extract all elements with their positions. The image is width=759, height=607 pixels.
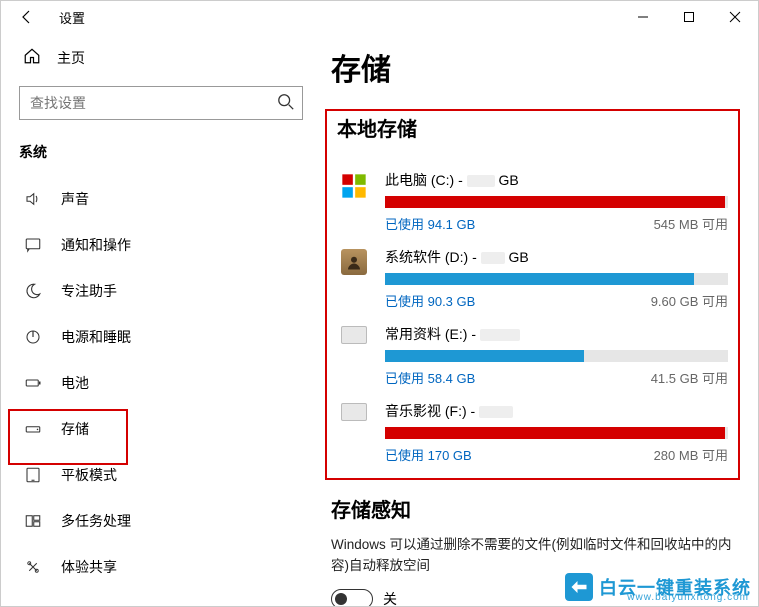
- multitask-icon: [23, 512, 43, 530]
- nav-item-multitasking[interactable]: 多任务处理: [19, 498, 303, 544]
- power-icon: [23, 328, 43, 346]
- toggle-state-label: 关: [383, 589, 397, 606]
- used-label: 已使用 170 GB: [385, 445, 472, 464]
- storage-sense-toggle[interactable]: [331, 589, 373, 606]
- minimize-button[interactable]: [620, 1, 666, 33]
- nav-label: 电池: [61, 373, 89, 393]
- sidebar: 主页 系统 声音 通知和操作 专注: [1, 33, 321, 606]
- content-area: 存储 本地存储 此电脑 (C:) - GB 已使用 94.1 GB: [321, 33, 758, 606]
- hdd-icon: [337, 401, 371, 464]
- used-label: 已使用 90.3 GB: [385, 291, 475, 310]
- drive-name: 音乐影视 (F:) -: [385, 401, 728, 421]
- search-icon: [277, 93, 295, 116]
- nav-label: 多任务处理: [61, 511, 131, 531]
- category-label: 系统: [19, 142, 303, 162]
- nav-label: 声音: [61, 189, 89, 209]
- maximize-button[interactable]: [666, 1, 712, 33]
- usage-bar: [385, 350, 728, 362]
- nav-label: 平板模式: [61, 465, 117, 485]
- used-label: 已使用 94.1 GB: [385, 214, 475, 233]
- free-label: 545 MB 可用: [654, 214, 728, 233]
- free-label: 41.5 GB 可用: [651, 368, 728, 387]
- drive-item-e[interactable]: 常用资料 (E:) - 已使用 58.4 GB 41.5 GB 可用: [331, 314, 734, 391]
- usage-bar: [385, 427, 728, 439]
- nav-list: 声音 通知和操作 专注助手 电源和睡眠 电池: [19, 176, 303, 590]
- titlebar: 设置: [1, 1, 758, 33]
- nav-label: 电源和睡眠: [61, 327, 131, 347]
- usage-bar: [385, 273, 728, 285]
- drive-item-c[interactable]: 此电脑 (C:) - GB 已使用 94.1 GB 545 MB 可用: [331, 160, 734, 237]
- nav-item-tablet-mode[interactable]: 平板模式: [19, 452, 303, 498]
- storage-sense-desc: Windows 可以通过删除不需要的文件(例如临时文件和回收站中的内容)自动释放…: [331, 535, 732, 577]
- tablet-icon: [23, 466, 43, 484]
- section-title: 本地存储: [337, 113, 734, 142]
- speaker-icon: [23, 190, 43, 208]
- home-link[interactable]: 主页: [23, 47, 303, 68]
- back-button[interactable]: [13, 9, 41, 25]
- nav-item-notifications[interactable]: 通知和操作: [19, 222, 303, 268]
- free-label: 280 MB 可用: [654, 445, 728, 464]
- watermark-url: www.baiyunxitong.com: [627, 592, 749, 603]
- drive-name: 常用资料 (E:) -: [385, 324, 728, 344]
- page-title: 存储: [331, 45, 740, 89]
- app-title: 设置: [59, 8, 85, 27]
- avatar-drive-icon: [337, 247, 371, 310]
- message-icon: [23, 236, 43, 254]
- nav-label: 专注助手: [61, 281, 117, 301]
- windows-drive-icon: [337, 170, 371, 233]
- search-input[interactable]: [19, 86, 303, 120]
- home-label: 主页: [57, 48, 85, 68]
- nav-item-battery[interactable]: 电池: [19, 360, 303, 406]
- nav-label: 存储: [61, 419, 89, 439]
- nav-item-sound[interactable]: 声音: [19, 176, 303, 222]
- moon-icon: [23, 282, 43, 300]
- watermark: 白云一键重装系统 www.baiyunxitong.com: [565, 573, 751, 601]
- usage-bar: [385, 196, 728, 208]
- nav-label: 通知和操作: [61, 235, 131, 255]
- nav-label: 体验共享: [61, 557, 117, 577]
- local-storage-section: 本地存储 此电脑 (C:) - GB 已使用 94.1 GB 545 MB 可用: [325, 109, 740, 480]
- battery-icon: [23, 374, 43, 392]
- nav-item-shared-experiences[interactable]: 体验共享: [19, 544, 303, 590]
- drive-icon: [23, 420, 43, 438]
- nav-item-focus-assist[interactable]: 专注助手: [19, 268, 303, 314]
- drive-name: 此电脑 (C:) - GB: [385, 170, 728, 190]
- home-icon: [23, 47, 41, 68]
- free-label: 9.60 GB 可用: [651, 291, 728, 310]
- search-box[interactable]: [19, 86, 303, 120]
- nav-item-power-sleep[interactable]: 电源和睡眠: [19, 314, 303, 360]
- share-icon: [23, 558, 43, 576]
- watermark-logo-icon: [565, 573, 593, 601]
- drive-name: 系统软件 (D:) - GB: [385, 247, 728, 267]
- hdd-icon: [337, 324, 371, 387]
- nav-item-storage[interactable]: 存储: [19, 406, 303, 452]
- close-button[interactable]: [712, 1, 758, 33]
- storage-sense-title: 存储感知: [331, 494, 740, 523]
- used-label: 已使用 58.4 GB: [385, 368, 475, 387]
- drive-item-d[interactable]: 系统软件 (D:) - GB 已使用 90.3 GB 9.60 GB 可用: [331, 237, 734, 314]
- drive-item-f[interactable]: 音乐影视 (F:) - 已使用 170 GB 280 MB 可用: [331, 391, 734, 468]
